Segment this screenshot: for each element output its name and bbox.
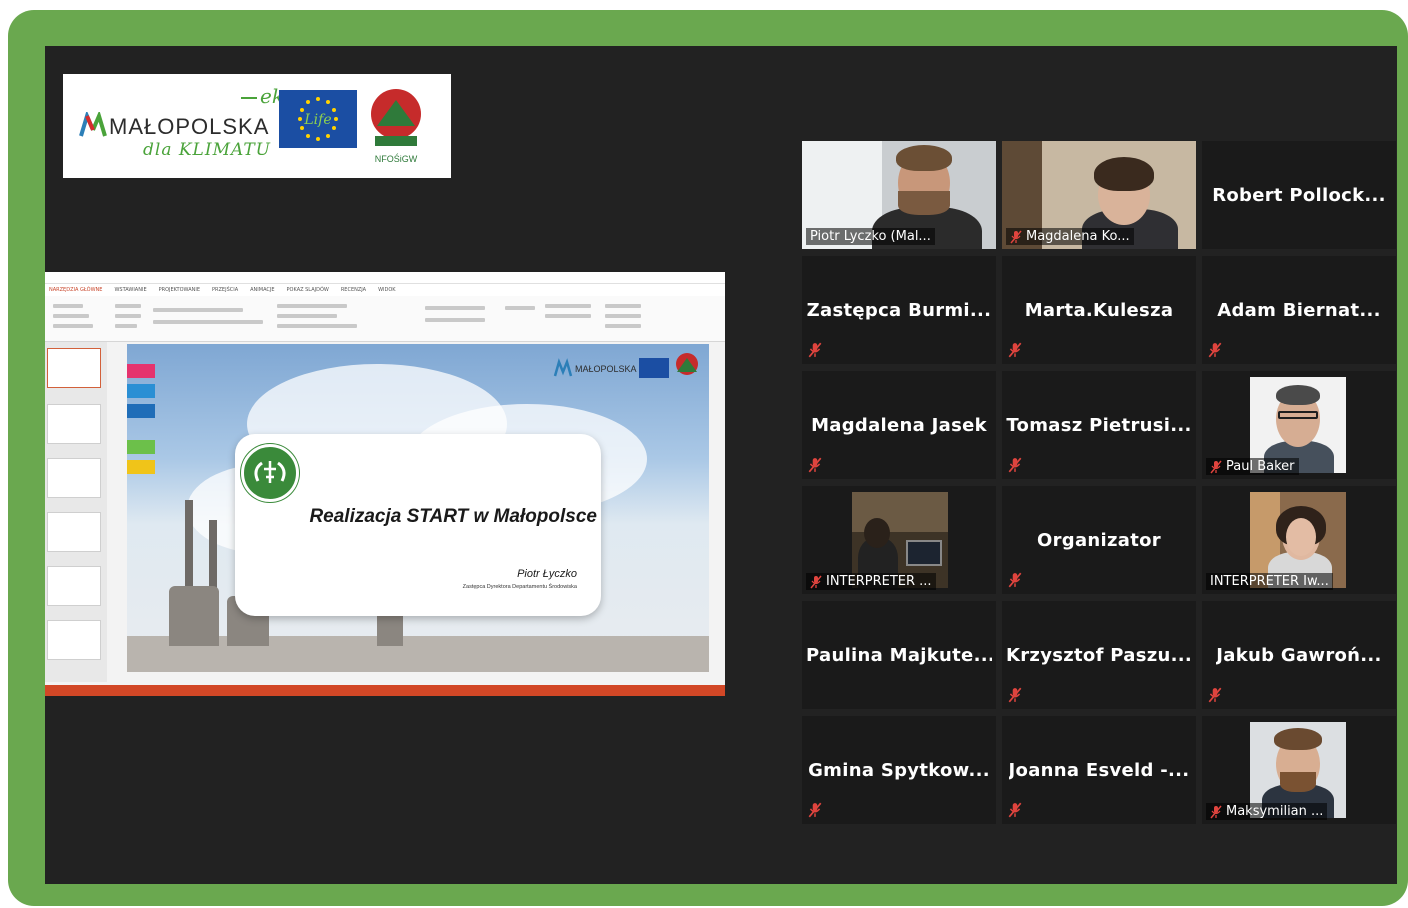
participant-tile[interactable]: Paulina Majkute... xyxy=(802,601,996,709)
muted-mic-icon xyxy=(1208,687,1222,703)
participant-tile[interactable]: Organizator xyxy=(1002,486,1196,594)
participant-name: Joanna Esveld -... xyxy=(1008,759,1190,781)
ppt-tab[interactable]: PRZEJŚCIA xyxy=(212,284,238,296)
participant-name: Paulina Majkute... xyxy=(806,644,992,666)
participant-name: INTERPRETER Iw... xyxy=(1206,573,1333,590)
slide-thumbnail[interactable] xyxy=(47,566,101,606)
ppt-tab[interactable]: PROJEKTOWANIE xyxy=(159,284,200,296)
participant-name: Adam Biernat... xyxy=(1217,299,1381,321)
ppt-title-bar xyxy=(45,272,725,284)
ppt-slide-thumbnails xyxy=(45,342,107,682)
slide-thumbnail[interactable] xyxy=(47,512,101,552)
ppt-tab[interactable]: POKAZ SLAJDÓW xyxy=(287,284,329,296)
participant-tile[interactable]: Krzysztof Paszu... xyxy=(1002,601,1196,709)
muted-mic-icon xyxy=(1010,230,1022,243)
participant-name: Piotr Lyczko (Mal... xyxy=(806,228,935,245)
slide-thumbnail[interactable] xyxy=(47,458,101,498)
ppt-tab[interactable]: NARZĘDZIA GŁÓWNE xyxy=(49,284,102,296)
ppt-ribbon xyxy=(45,296,725,342)
participant-name: Paul Baker xyxy=(1206,458,1299,475)
participant-name: INTERPRETER ... xyxy=(806,573,936,590)
malopolska-logo-text: MAŁOPOLSKA xyxy=(109,114,270,139)
participant-name: Zastępca Burmi... xyxy=(806,299,992,321)
participant-tile[interactable]: Paul Baker xyxy=(1202,371,1396,479)
ppt-tab[interactable]: WIDOK xyxy=(378,284,395,296)
participant-tile[interactable]: Marta.Kulesza xyxy=(1002,256,1196,364)
muted-mic-icon xyxy=(1208,342,1222,358)
participant-tile[interactable]: INTERPRETER ... xyxy=(802,486,996,594)
logo-banner: eko MAŁOPOLSKA dla KLIMATU Life NFOŚiGW xyxy=(63,74,451,178)
slide-thumbnail[interactable] xyxy=(47,348,101,388)
participant-tile[interactable]: Tomasz Pietrusi... xyxy=(1002,371,1196,479)
participant-name: Krzysztof Paszu... xyxy=(1006,644,1192,666)
participant-name: Jakub Gawroń... xyxy=(1216,644,1382,666)
current-slide: MAŁOPOLSKA Realizacja START w Małopolsce… xyxy=(127,344,709,672)
participant-tile[interactable]: Robert Pollock... xyxy=(1202,141,1396,249)
ppt-tab[interactable]: ANIMACJE xyxy=(250,284,274,296)
participant-name: Magdalena Jasek xyxy=(811,414,987,436)
shared-powerpoint-window[interactable]: NARZĘDZIA GŁÓWNE WSTAWIANIE PROJEKTOWANI… xyxy=(45,272,725,696)
dla-klimatu-text: dla KLIMATU xyxy=(143,140,271,160)
participant-name: Gmina Spytkow... xyxy=(808,759,990,781)
nfosigw-text: NFOŚiGW xyxy=(375,153,418,164)
eu-stars-icon: Life xyxy=(298,97,338,141)
muted-mic-icon xyxy=(810,575,822,588)
muted-mic-icon xyxy=(808,802,822,818)
start-emblem-icon xyxy=(241,444,299,502)
ppt-status-bar xyxy=(45,685,725,696)
participant-tile[interactable]: Joanna Esveld -... xyxy=(1002,716,1196,824)
life-logo-text: Life xyxy=(303,112,331,128)
participant-tile[interactable]: Jakub Gawroń... xyxy=(1202,601,1396,709)
participant-name: Magdalena Ko... xyxy=(1006,228,1134,245)
participant-tile[interactable]: Adam Biernat... xyxy=(1202,256,1396,364)
eu-life-logo: Life xyxy=(279,90,357,148)
slide-author: Piotr Łyczko xyxy=(517,568,577,580)
muted-mic-icon xyxy=(1008,342,1022,358)
participant-tile[interactable]: Zastępca Burmi... xyxy=(802,256,996,364)
nfosigw-logo: NFOŚiGW xyxy=(369,86,423,170)
muted-mic-icon xyxy=(1008,802,1022,818)
malopolska-m-icon xyxy=(79,112,107,137)
ppt-tab[interactable]: RECENZJA xyxy=(341,284,366,296)
participant-tile[interactable]: Magdalena Ko... xyxy=(1002,141,1196,249)
slide-malopolska-text: MAŁOPOLSKA xyxy=(575,364,637,374)
muted-mic-icon xyxy=(1210,805,1222,818)
muted-mic-icon xyxy=(808,457,822,473)
muted-mic-icon xyxy=(1008,572,1022,588)
slide-logo-banner: MAŁOPOLSKA xyxy=(553,350,703,382)
slide-thumbnail[interactable] xyxy=(47,620,101,660)
participant-tile[interactable]: Maksymilian ... xyxy=(1202,716,1396,824)
participant-name: Maksymilian ... xyxy=(1206,803,1328,820)
slide-title-card: Realizacja START w Małopolsce Piotr Łycz… xyxy=(235,434,601,616)
ppt-ribbon-tabs: NARZĘDZIA GŁÓWNE WSTAWIANIE PROJEKTOWANI… xyxy=(45,284,725,296)
muted-mic-icon xyxy=(1008,457,1022,473)
participant-name: Robert Pollock... xyxy=(1212,184,1386,206)
muted-mic-icon xyxy=(808,342,822,358)
participant-name: Tomasz Pietrusi... xyxy=(1006,414,1192,436)
participant-tile[interactable]: Magdalena Jasek xyxy=(802,371,996,479)
participant-name: Organizator xyxy=(1037,529,1161,551)
participant-tile[interactable]: Piotr Lyczko (Mal... xyxy=(802,141,996,249)
slide-thumbnail[interactable] xyxy=(47,404,101,444)
slide-title: Realizacja START w Małopolsce xyxy=(309,506,597,527)
participant-tile[interactable]: INTERPRETER Iw... xyxy=(1202,486,1396,594)
muted-mic-icon xyxy=(1210,460,1222,473)
participant-tile[interactable]: Gmina Spytkow... xyxy=(802,716,996,824)
participant-name: Marta.Kulesza xyxy=(1024,299,1174,321)
ppt-tab[interactable]: WSTAWIANIE xyxy=(114,284,146,296)
slide-author-role: Zastępca Dyrektora Departamentu Środowis… xyxy=(462,584,577,590)
muted-mic-icon xyxy=(1008,687,1022,703)
